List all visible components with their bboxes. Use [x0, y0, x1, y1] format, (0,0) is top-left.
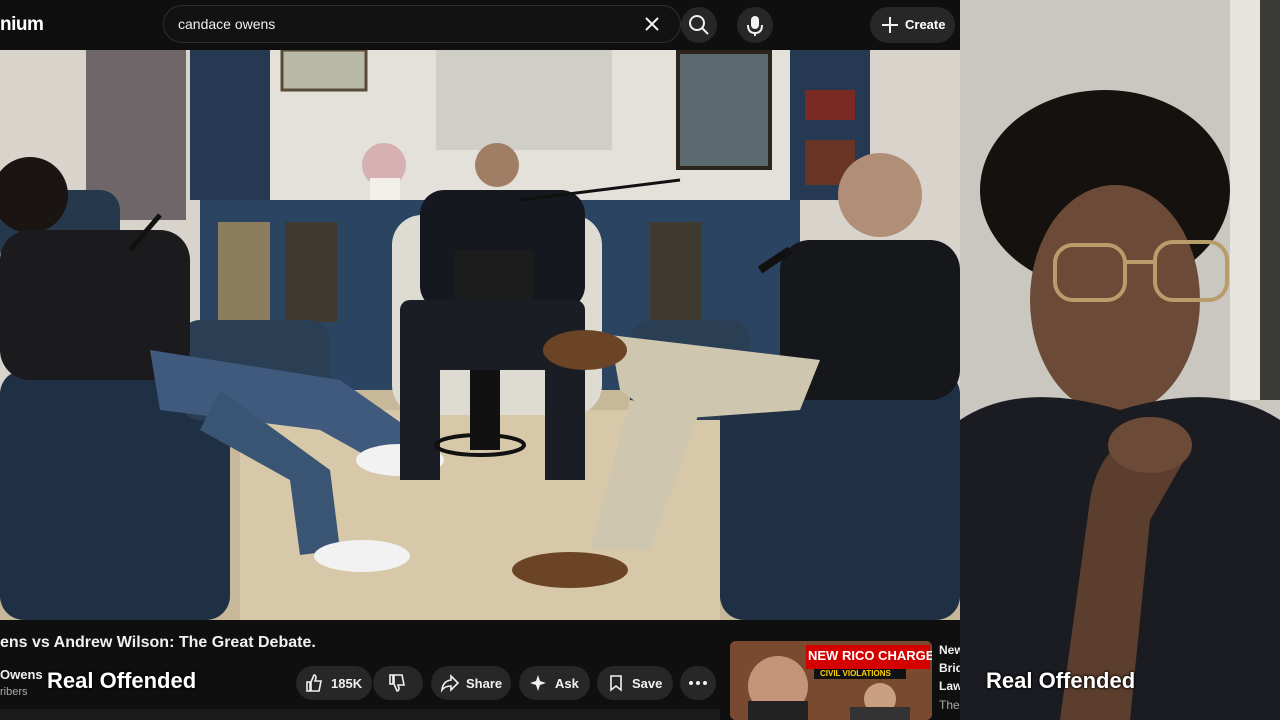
clear-search-button[interactable]	[642, 14, 662, 34]
search-button[interactable]	[681, 7, 717, 43]
thumbnail-subhead: CIVIL VIOLATIONS	[820, 669, 891, 678]
bookmark-icon	[610, 675, 622, 692]
share-button[interactable]: Share	[431, 666, 511, 700]
logo-text[interactable]: nium	[0, 14, 44, 36]
webcam-feed	[960, 0, 1280, 720]
bottom-strip	[0, 709, 720, 720]
sparkle-icon	[530, 675, 546, 691]
voice-search-button[interactable]	[737, 7, 773, 43]
video-title: ens vs Andrew Wilson: The Great Debate.	[0, 634, 316, 651]
dislike-button[interactable]	[373, 666, 423, 700]
more-icon	[689, 681, 707, 685]
plus-icon	[882, 17, 898, 33]
video-frame	[0, 50, 960, 620]
rec-title-line-2[interactable]: Brid	[939, 661, 960, 675]
rec-channel: The	[939, 698, 960, 712]
like-count: 185K	[331, 676, 363, 691]
ask-label: Ask	[555, 676, 579, 691]
create-label: Create	[905, 17, 946, 32]
channel-name[interactable]: Owens	[0, 667, 43, 682]
save-button[interactable]: Save	[597, 666, 673, 700]
create-button[interactable]: Create	[870, 7, 955, 43]
thumbs-down-icon	[389, 674, 405, 692]
thumbnail-headline: NEW RICO CHARGES!	[808, 648, 932, 663]
webcam-image	[960, 0, 1280, 720]
share-label: Share	[466, 676, 503, 691]
youtube-window: nium candace owens Create ens vs Andrew …	[0, 0, 960, 720]
search-icon	[689, 15, 709, 35]
rec-title-line-3[interactable]: Law	[939, 679, 960, 693]
thumbs-up-icon	[306, 674, 322, 692]
like-button[interactable]: 185K	[296, 666, 372, 700]
rec-title-line-1[interactable]: New	[939, 643, 960, 657]
close-icon	[645, 17, 659, 31]
save-label: Save	[632, 676, 663, 691]
search-box[interactable]: candace owens	[163, 5, 681, 43]
video-player[interactable]	[0, 50, 960, 620]
share-icon	[440, 674, 460, 693]
top-bar: nium candace owens Create	[0, 0, 960, 50]
overlay-name-left: Real Offended	[47, 668, 197, 693]
ask-button[interactable]: Ask	[519, 666, 590, 700]
microphone-icon	[747, 16, 763, 36]
search-input[interactable]: candace owens	[178, 16, 275, 32]
subscriber-count: ribers	[0, 686, 28, 698]
more-actions-button[interactable]	[680, 666, 716, 700]
overlay-name-right: Real Offended	[986, 668, 1136, 693]
recommended-video-thumbnail[interactable]: NEW RICO CHARGES! CIVIL VIOLATIONS	[730, 641, 932, 720]
